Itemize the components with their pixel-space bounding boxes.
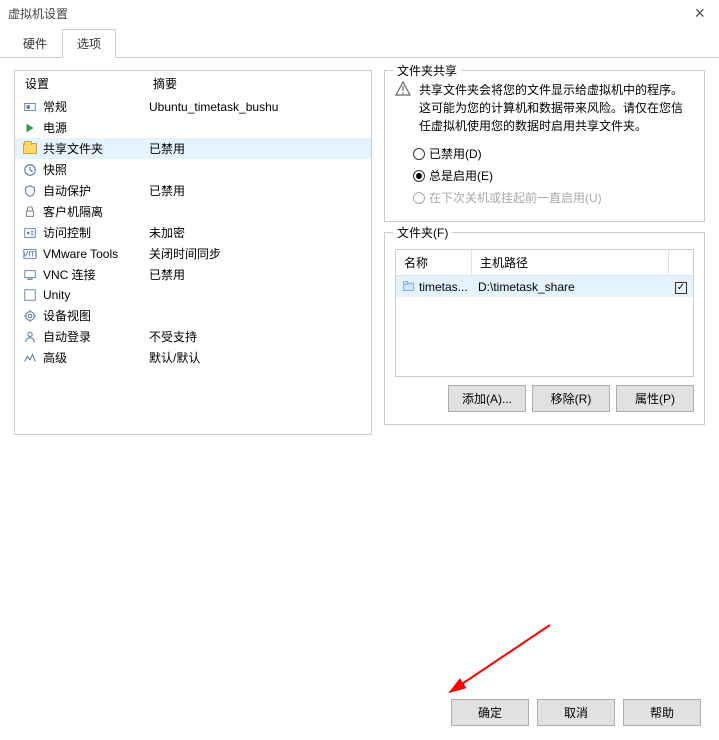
radio-icon [413, 192, 425, 204]
protect-icon [21, 183, 39, 199]
window-title: 虚拟机设置 [8, 5, 68, 22]
sharing-group: 文件夹共享 共享文件夹会将您的文件显示给虚拟机中的程序。这可能为您的计算机和数据… [384, 70, 705, 222]
access-icon [21, 225, 39, 241]
folder-icon [402, 280, 415, 293]
vnc-icon [21, 267, 39, 283]
properties-button[interactable]: 属性(P) [616, 385, 694, 412]
folder-checkbox[interactable]: ✓ [675, 282, 687, 294]
list-item[interactable]: 共享文件夹 已禁用 [15, 138, 371, 159]
unity-icon [21, 287, 39, 303]
radio-icon [413, 148, 425, 160]
item-label: Unity [43, 288, 70, 302]
item-label: 访问控制 [43, 224, 91, 241]
item-summary: 已禁用 [149, 140, 367, 157]
list-item[interactable]: vm VMware Tools 关闭时间同步 [15, 243, 371, 264]
item-label: 自动登录 [43, 328, 91, 345]
header-summary: 摘要 [153, 75, 363, 92]
folders-group: 文件夹(F) 名称 主机路径 timetas...D:\timetask_sha… [384, 232, 705, 425]
item-label: VMware Tools [43, 247, 118, 261]
radio-disabled[interactable]: 已禁用(D) [413, 145, 694, 162]
header-setting: 设置 [25, 75, 153, 92]
login-icon [21, 329, 39, 345]
item-summary: 不受支持 [149, 328, 367, 345]
item-label: 常规 [43, 98, 67, 115]
sharing-title: 文件夹共享 [393, 62, 461, 79]
list-item[interactable]: 访问控制 未加密 [15, 222, 371, 243]
help-button[interactable]: 帮助 [623, 699, 701, 726]
tab-strip: 硬件 选项 [0, 28, 719, 58]
item-label: 设备视图 [43, 307, 91, 324]
annotation-arrow [440, 620, 560, 700]
radio-always-label: 总是启用(E) [429, 167, 493, 184]
add-button[interactable]: 添加(A)... [448, 385, 526, 412]
item-label: 电源 [43, 119, 67, 136]
lock-icon [21, 204, 39, 220]
item-summary: 已禁用 [149, 182, 367, 199]
advanced-icon [21, 350, 39, 366]
title-bar: 虚拟机设置 × [0, 0, 719, 26]
col-name[interactable]: 名称 [396, 250, 472, 276]
item-label: 共享文件夹 [43, 140, 103, 157]
list-item[interactable]: 高级 默认/默认 [15, 347, 371, 368]
list-header: 设置 摘要 [15, 71, 371, 96]
item-label: 快照 [43, 161, 67, 178]
warning-icon [395, 81, 411, 135]
folder-name: timetas... [419, 280, 468, 294]
item-label: VNC 连接 [43, 266, 96, 283]
gear-icon [21, 99, 39, 115]
list-item[interactable]: 客户机隔离 [15, 201, 371, 222]
list-item[interactable]: 常规 Ubuntu_timetask_bushu [15, 96, 371, 117]
device-icon [21, 308, 39, 324]
radio-always[interactable]: 总是启用(E) [413, 167, 694, 184]
item-summary: 已禁用 [149, 266, 367, 283]
list-item[interactable]: Unity [15, 285, 371, 305]
folders-title: 文件夹(F) [393, 224, 452, 241]
item-label: 自动保护 [43, 182, 91, 199]
vm-icon: vm [21, 246, 39, 262]
list-item[interactable]: 自动保护 已禁用 [15, 180, 371, 201]
col-path[interactable]: 主机路径 [472, 250, 669, 276]
folders-table: 名称 主机路径 timetas... D:\timetask_share ✓ [395, 249, 694, 377]
settings-list: 设置 摘要 常规Ubuntu_timetask_bushu电源共享文件夹已禁用快… [14, 70, 372, 435]
dialog-buttons: 确定 取消 帮助 [451, 699, 701, 726]
radio-disabled-label: 已禁用(D) [429, 145, 482, 162]
list-item[interactable]: VNC 连接 已禁用 [15, 264, 371, 285]
item-summary: Ubuntu_timetask_bushu [149, 100, 367, 114]
radio-icon [413, 170, 425, 182]
item-label: 客户机隔离 [43, 203, 103, 220]
folder-path: D:\timetask_share [472, 277, 669, 297]
power-icon [21, 120, 39, 136]
warning-text: 共享文件夹会将您的文件显示给虚拟机中的程序。这可能为您的计算机和数据带来风险。请… [419, 81, 694, 135]
list-item[interactable]: 快照 [15, 159, 371, 180]
cancel-button[interactable]: 取消 [537, 699, 615, 726]
item-summary: 关闭时间同步 [149, 245, 367, 262]
radio-until-label: 在下次关机或挂起前一直启用(U) [429, 189, 602, 206]
item-summary: 默认/默认 [149, 349, 367, 366]
svg-text:vm: vm [23, 247, 37, 259]
close-icon[interactable]: × [688, 3, 711, 24]
item-summary: 未加密 [149, 224, 367, 241]
list-item[interactable]: 设备视图 [15, 305, 371, 326]
item-label: 高级 [43, 349, 67, 366]
tab-options[interactable]: 选项 [62, 29, 116, 58]
ok-button[interactable]: 确定 [451, 699, 529, 726]
snapshot-icon [21, 162, 39, 178]
list-item[interactable]: 电源 [15, 117, 371, 138]
radio-until: 在下次关机或挂起前一直启用(U) [413, 189, 694, 206]
col-check [669, 250, 693, 276]
list-item[interactable]: 自动登录 不受支持 [15, 326, 371, 347]
remove-button[interactable]: 移除(R) [532, 385, 610, 412]
tab-hardware[interactable]: 硬件 [8, 29, 62, 58]
folder-row[interactable]: timetas... D:\timetask_share ✓ [396, 276, 693, 297]
folder-icon [21, 141, 39, 157]
